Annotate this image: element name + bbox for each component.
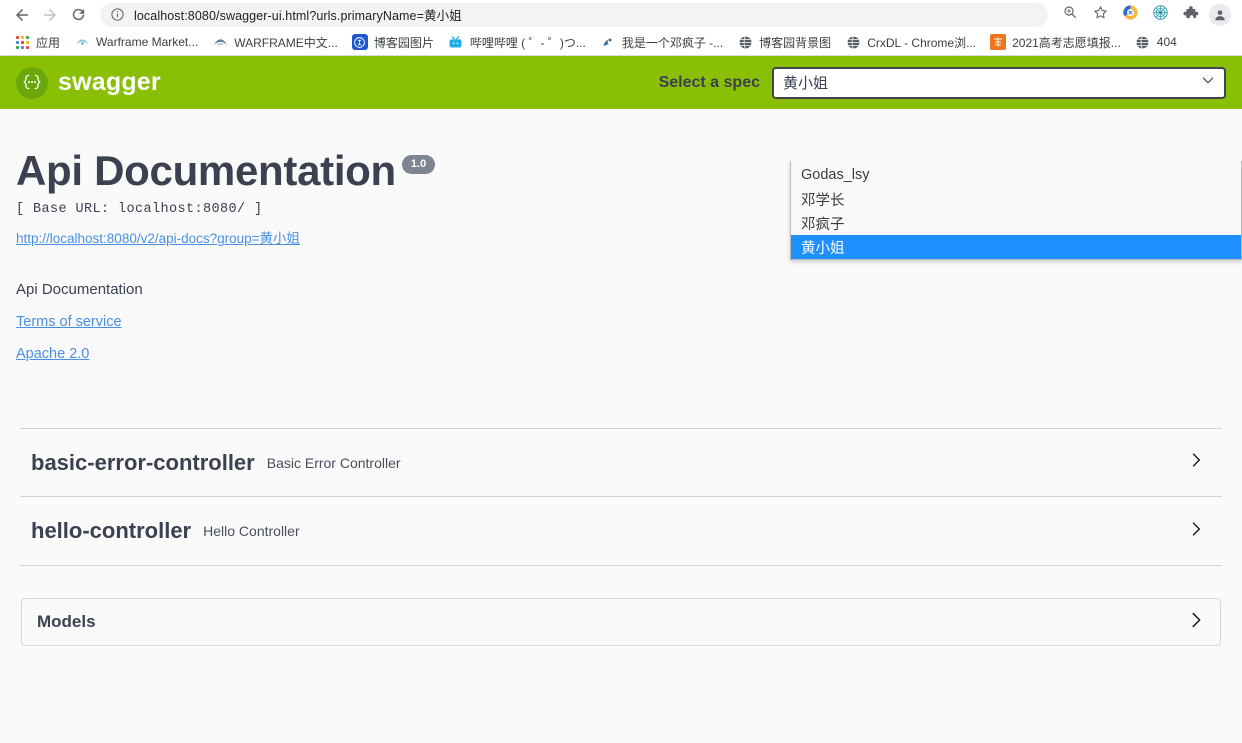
puzzle-piece-icon [1182,4,1199,26]
chevron-right-icon[interactable] [1186,450,1206,475]
bookmark-label: 404 [1156,35,1177,49]
select-spec-label: Select a spec [658,73,760,91]
reload-button[interactable] [64,1,92,29]
warframe-market-icon [74,34,90,50]
swagger-ui-page: swagger Select a spec 黄小姐 Godas_lsy 邓学长 … [0,56,1242,741]
bookmark-item-warframe-market[interactable]: Warframe Market... [67,31,205,53]
bookmark-label: 应用 [36,35,61,50]
globe-icon [845,34,861,50]
spec-select[interactable]: 黄小姐 [772,66,1226,99]
api-description: Api Documentation [16,281,143,299]
spec-dropdown-list[interactable]: Godas_lsy 邓学长 邓疯子 黄小姐 [790,161,1242,260]
chevron-right-icon[interactable] [1186,519,1206,544]
models-section[interactable]: Models [21,598,1221,647]
spec-select-value: 黄小姐 [783,75,829,92]
toolbar-icons [1054,1,1234,29]
tag-name: basic-error-controller [31,449,255,475]
tag-sections: basic-error-controller Basic Error Contr… [20,428,1222,567]
tag-section-basic-error-controller[interactable]: basic-error-controller Basic Error Contr… [20,428,1222,498]
zoom-indicator-button[interactable] [1056,1,1084,29]
swagger-logo-icon [16,66,48,99]
bookmark-button[interactable] [1086,1,1114,29]
spec-option-dengxuezhang[interactable]: 邓学长 [791,187,1241,211]
license-link[interactable]: Apache 2.0 [16,346,1222,362]
bookmark-item-cnblogs-user[interactable]: 我是一个邓疯子 -... [593,31,730,53]
extension-button-1[interactable] [1116,1,1144,29]
chevron-down-icon [1200,72,1216,93]
warframe-cn-icon [212,34,228,50]
swagger-brand-text: swagger [58,68,161,96]
forward-button[interactable] [36,1,64,29]
spec-selector: Select a spec 黄小姐 [658,66,1226,99]
globe-icon [1135,34,1151,50]
cnblogs-user-icon [600,34,616,50]
chevron-right-icon[interactable] [1185,609,1207,636]
models-title: Models [37,612,96,632]
bookmark-item-gaokao[interactable]: 2021高考志愿填报... [983,31,1128,53]
swagger-logo[interactable]: swagger [16,66,161,99]
info-circle-icon[interactable] [110,7,125,22]
page-title: Api Documentation [16,147,396,194]
models-block: Models [20,598,1222,647]
bookmark-label: 哔哩哔哩 ( ゜- ゜)つ... [469,35,586,50]
star-icon [1092,4,1109,26]
bookmarks-bar: 应用 Warframe Market... WARFRAME中文... 博客园图… [0,29,1242,56]
forward-arrow-icon [41,6,59,24]
bookmark-label: 博客园图片 [373,35,434,50]
zoom-in-icon [1062,4,1078,25]
bookmark-label: CrxDL - Chrome浏... [867,35,977,50]
terms-of-service-link[interactable]: Terms of service [16,314,1222,330]
bookmark-item-404[interactable]: 404 [1128,31,1184,53]
extension-globe-icon [1152,4,1169,26]
gaokao-icon [990,34,1007,50]
version-badge: 1.0 [401,155,436,174]
spec-option-godas-lsy[interactable]: Godas_lsy [791,163,1241,187]
profile-button[interactable] [1206,1,1234,29]
bookmark-item-apps[interactable]: 应用 [7,31,67,53]
bookmark-item-crxdl[interactable]: CrxDL - Chrome浏... [838,31,983,53]
bookmark-label: 2021高考志愿填报... [1012,35,1121,50]
tag-description: Basic Error Controller [266,454,401,471]
bookmark-item-bilibili[interactable]: 哔哩哔哩 ( ゜- ゜)つ... [441,31,593,53]
apps-grid-icon [14,34,30,50]
bilibili-icon [448,34,464,50]
cnblogs-image-icon [351,34,368,50]
browser-toolbar: localhost:8080/swagger-ui.html?urls.prim… [0,0,1242,29]
profile-avatar-icon [1209,3,1231,26]
back-arrow-icon [13,6,31,24]
swagger-topbar: swagger Select a spec 黄小姐 [0,56,1242,109]
globe-icon [737,34,753,50]
browser-chrome: localhost:8080/swagger-ui.html?urls.prim… [0,0,1242,56]
url-text: localhost:8080/swagger-ui.html?urls.prim… [134,9,462,23]
bookmark-label: Warframe Market... [96,35,199,49]
api-docs-link[interactable]: http://localhost:8080/v2/api-docs?group=… [16,227,300,247]
spec-option-dengfengzi[interactable]: 邓疯子 [791,211,1241,235]
tag-description: Hello Controller [203,523,300,540]
bookmark-item-warframe-cn[interactable]: WARFRAME中文... [205,31,345,53]
address-bar[interactable]: localhost:8080/swagger-ui.html?urls.prim… [100,2,1048,27]
bookmark-label: 我是一个邓疯子 -... [621,35,724,50]
extensions-menu-button[interactable] [1176,1,1204,29]
extension-button-2[interactable] [1146,1,1174,29]
spec-option-huangxiaojie[interactable]: 黄小姐 [791,235,1241,259]
bookmark-item-cnblogs-background[interactable]: 博客园背景图 [730,31,838,53]
extension-badge-icon [1122,4,1139,26]
bookmark-label: 博客园背景图 [759,35,832,50]
tag-name: hello-controller [31,518,192,544]
bookmark-label: WARFRAME中文... [234,35,338,50]
back-button[interactable] [8,1,36,29]
reload-icon [70,6,87,23]
bookmark-item-cnblogs-image[interactable]: 博客园图片 [345,31,441,53]
tag-section-hello-controller[interactable]: hello-controller Hello Controller [20,497,1222,567]
